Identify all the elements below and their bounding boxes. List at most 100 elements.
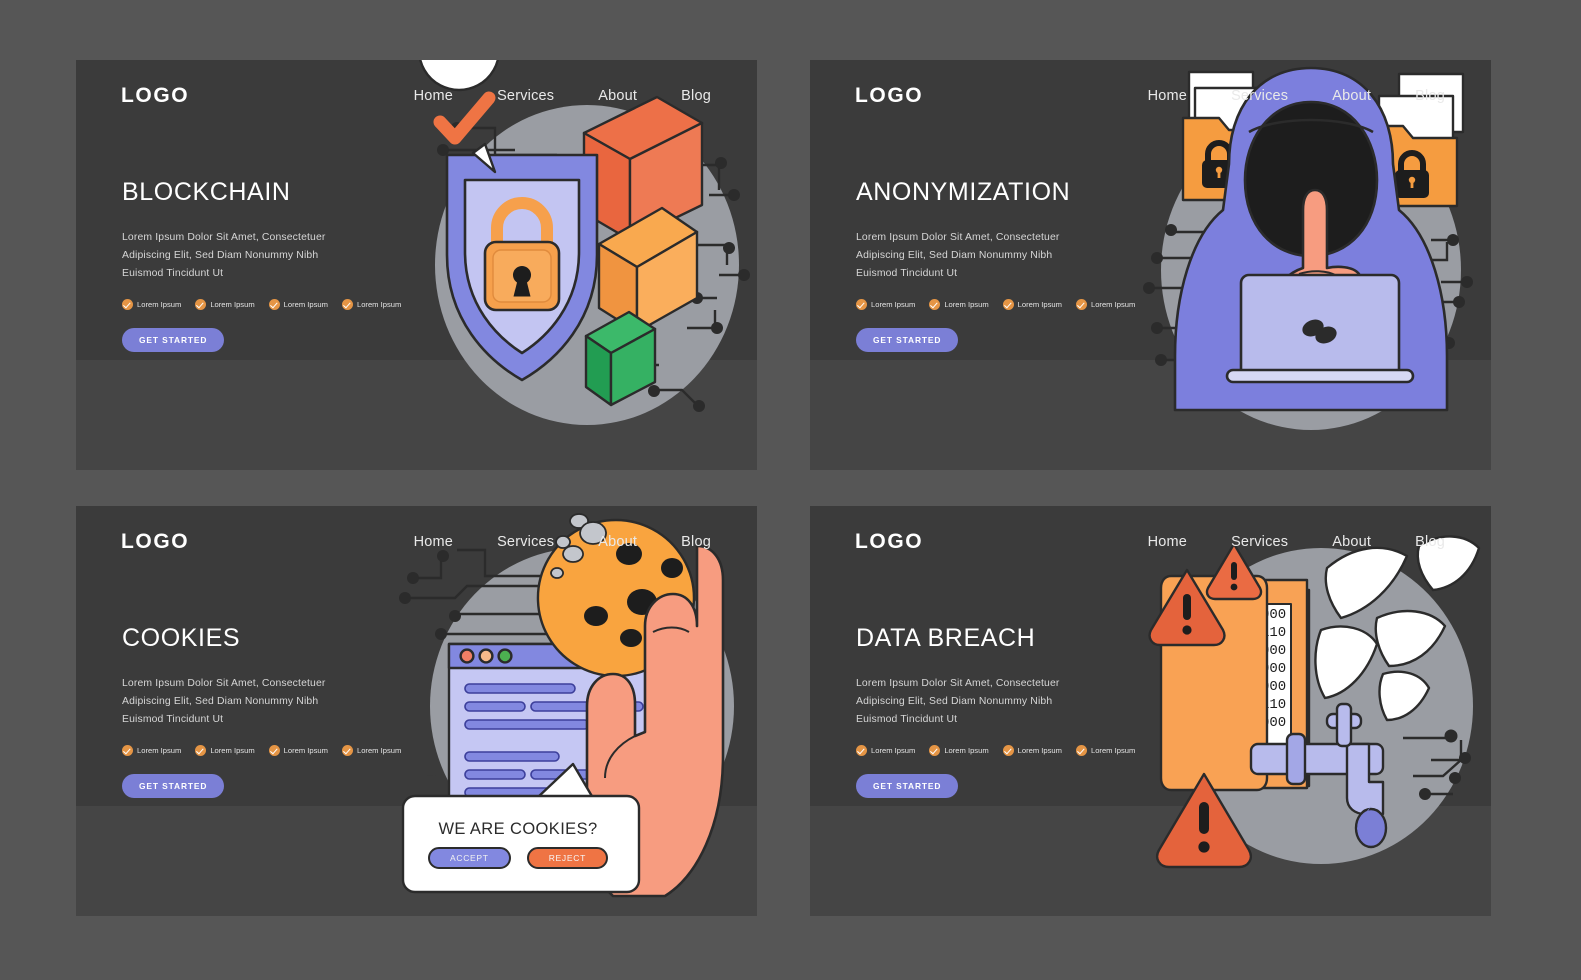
nav-link-blog[interactable]: Blog <box>681 534 711 550</box>
nav-link-blog[interactable]: Blog <box>1415 88 1445 104</box>
nav-links: Home Services About Blog <box>414 534 711 550</box>
nav-link-blog[interactable]: Blog <box>1415 534 1445 550</box>
panel-navbar: LOGO Home Services About Blog <box>76 60 757 132</box>
page-title: DATA BREACH <box>856 624 1036 652</box>
feature-list: Lorem Ipsum Lorem Ipsum Lorem Ipsum Lore… <box>122 744 422 756</box>
feature-item: Lorem Ipsum <box>341 744 402 756</box>
logo[interactable]: LOGO <box>855 84 923 108</box>
nav-link-about[interactable]: About <box>1332 88 1371 104</box>
feature-item: Lorem Ipsum <box>1002 298 1062 310</box>
get-started-button[interactable]: GET STARTED <box>122 773 225 798</box>
check-icon <box>341 298 353 310</box>
feature-item: Lorem Ipsum <box>122 298 182 310</box>
nav-link-about[interactable]: About <box>1332 534 1371 550</box>
panel-cookies: LOGO Home Services About Blog COOKIES Lo… <box>76 506 757 916</box>
panel-copy: BLOCKCHAIN Lorem Ipsum Dolor Sit Amet, C… <box>122 178 422 352</box>
feature-label: Lorem Ipsum <box>137 745 182 755</box>
nav-link-services[interactable]: Services <box>497 88 554 104</box>
feature-item: Lorem Ipsum <box>195 744 255 756</box>
panel-blockchain: LOGO Home Services About Blog BLOCKCHAIN… <box>76 60 757 470</box>
panel-copy: ANONYMIZATION Lorem Ipsum Dolor Sit Amet… <box>856 178 1156 352</box>
check-icon <box>929 298 941 310</box>
panel-subtitle: Lorem Ipsum Dolor Sit Amet, Consectetuer… <box>856 678 1060 725</box>
panel-subtitle: Lorem Ipsum Dolor Sit Amet, Consectetuer… <box>122 232 326 279</box>
panel-subtitle: Lorem Ipsum Dolor Sit Amet, Consectetuer… <box>122 678 326 725</box>
feature-item: Lorem Ipsum <box>268 298 328 310</box>
feature-label: Lorem Ipsum <box>1090 745 1136 755</box>
nav-link-home[interactable]: Home <box>1148 534 1187 550</box>
feature-item: Lorem Ipsum <box>856 744 916 756</box>
check-icon <box>856 298 867 310</box>
panel-navbar: LOGO Home Services About Blog <box>810 60 1491 132</box>
logo[interactable]: LOGO <box>121 530 189 554</box>
feature-label: Lorem Ipsum <box>1017 745 1062 755</box>
nav-link-services[interactable]: Services <box>497 534 554 550</box>
feature-list: Lorem Ipsum Lorem Ipsum Lorem Ipsum Lore… <box>856 298 1156 310</box>
feature-label: Lorem Ipsum <box>1090 299 1136 309</box>
nav-link-services[interactable]: Services <box>1231 534 1288 550</box>
panel-data-breach: LOGO Home Services About Blog DATA BREAC… <box>810 506 1491 916</box>
feature-item: Lorem Ipsum <box>341 298 402 310</box>
check-icon <box>195 298 207 310</box>
nav-link-home[interactable]: Home <box>1148 88 1187 104</box>
panel-anonymization: LOGO Home Services About Blog ANONYMIZAT… <box>810 60 1491 470</box>
accept-button[interactable]: ACCEPT <box>428 846 511 869</box>
page-title: ANONYMIZATION <box>856 178 1071 206</box>
feature-label: Lorem Ipsum <box>944 299 989 309</box>
logo[interactable]: LOGO <box>121 84 189 108</box>
feature-item: Lorem Ipsum <box>856 298 915 310</box>
panel-navbar: LOGO Home Services About Blog <box>810 506 1491 578</box>
check-icon <box>1075 298 1087 310</box>
check-icon <box>1002 744 1014 756</box>
consent-message: WE ARE COOKIES? <box>438 819 598 838</box>
feature-label: Lorem Ipsum <box>356 299 402 309</box>
feature-label: Lorem Ipsum <box>356 745 402 755</box>
feature-item: Lorem Ipsum <box>268 744 328 756</box>
logo[interactable]: LOGO <box>855 530 923 554</box>
feature-label: Lorem Ipsum <box>871 745 916 755</box>
check-icon <box>122 744 133 756</box>
feature-label: Lorem Ipsum <box>283 745 328 755</box>
feature-item: Lorem Ipsum <box>122 744 182 756</box>
feature-item: Lorem Ipsum <box>929 298 989 310</box>
panel-subtitle: Lorem Ipsum Dolor Sit Amet, Consectetuer… <box>856 232 1060 279</box>
page-title: COOKIES <box>122 624 241 652</box>
feature-list: Lorem Ipsum Lorem Ipsum Lorem Ipsum Lore… <box>122 298 422 310</box>
nav-link-about[interactable]: About <box>598 534 637 550</box>
nav-link-services[interactable]: Services <box>1231 88 1288 104</box>
nav-links: Home Services About Blog <box>1148 534 1445 550</box>
feature-label: Lorem Ipsum <box>210 299 255 309</box>
feature-list: Lorem Ipsum Lorem Ipsum Lorem Ipsum Lore… <box>856 744 1156 756</box>
check-icon <box>268 298 280 310</box>
feature-label: Lorem Ipsum <box>283 299 328 309</box>
nav-link-blog[interactable]: Blog <box>681 88 711 104</box>
check-icon <box>341 744 353 756</box>
feature-label: Lorem Ipsum <box>137 299 182 309</box>
page-title: BLOCKCHAIN <box>122 178 291 206</box>
reject-button[interactable]: REJECT <box>526 846 608 869</box>
check-icon <box>268 744 280 756</box>
panel-navbar: LOGO Home Services About Blog <box>76 506 757 578</box>
nav-link-home[interactable]: Home <box>414 534 453 550</box>
check-icon <box>1002 298 1014 310</box>
laptop <box>1225 273 1415 384</box>
panel-copy: COOKIES Lorem Ipsum Dolor Sit Amet, Cons… <box>122 624 422 798</box>
feature-item: Lorem Ipsum <box>929 744 989 756</box>
nav-link-home[interactable]: Home <box>414 88 453 104</box>
get-started-button[interactable]: GET STARTED <box>122 327 225 352</box>
water-drop <box>1354 807 1388 849</box>
check-icon <box>856 744 867 756</box>
feature-label: Lorem Ipsum <box>210 745 255 755</box>
panel-copy: DATA BREACH Lorem Ipsum Dolor Sit Amet, … <box>856 624 1156 798</box>
check-icon <box>122 298 133 310</box>
check-icon <box>195 744 207 756</box>
feature-label: Lorem Ipsum <box>1017 299 1062 309</box>
feature-item: Lorem Ipsum <box>195 298 255 310</box>
get-started-button[interactable]: GET STARTED <box>856 327 959 352</box>
check-icon <box>929 744 941 756</box>
feature-item: Lorem Ipsum <box>1002 744 1062 756</box>
get-started-button[interactable]: GET STARTED <box>856 773 959 798</box>
feature-label: Lorem Ipsum <box>944 745 989 755</box>
nav-link-about[interactable]: About <box>598 88 637 104</box>
nav-links: Home Services About Blog <box>1148 88 1445 104</box>
